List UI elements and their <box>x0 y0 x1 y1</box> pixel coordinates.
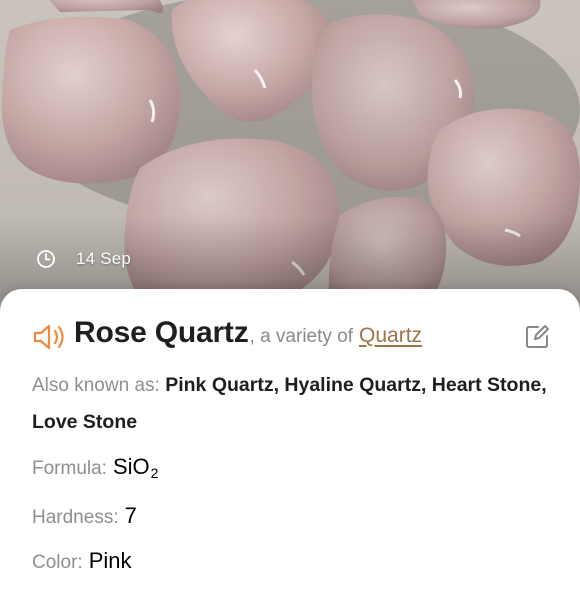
formula-value: SiO2 <box>112 454 159 481</box>
formula-row: Formula: SiO2 <box>32 454 158 481</box>
formula-label: Formula: <box>32 458 107 479</box>
photo-date: 14 Sep <box>36 246 131 272</box>
speaker-icon[interactable] <box>32 322 68 352</box>
date-text: 14 Sep <box>76 249 132 268</box>
hardness-row: Hardness: 7 <box>32 503 137 529</box>
aka-label: Also known as: <box>32 375 160 396</box>
variety-text: , a variety of <box>249 326 354 347</box>
parent-mineral-link[interactable]: Quartz <box>359 324 422 348</box>
color-value: Pink <box>88 548 132 573</box>
properties-list: Also known as: Pink Quartz, Hyaline Quar… <box>32 367 552 573</box>
edit-icon[interactable] <box>524 324 550 350</box>
hardness-value: 7 <box>124 503 137 528</box>
specimen-photo: 14 Sep <box>0 0 580 310</box>
hardness-label: Hardness: <box>32 507 119 528</box>
formula-subscript: 2 <box>150 465 159 481</box>
details-sheet: Rose Quartz , a variety of Quartz Also k… <box>0 289 580 589</box>
color-label: Color: <box>32 552 83 573</box>
aka-row: Also known as: Pink Quartz, Hyaline Quar… <box>32 367 552 441</box>
title-row: Rose Quartz , a variety of Quartz <box>32 316 556 356</box>
clock-icon <box>37 250 55 268</box>
mineral-name: Rose Quartz <box>74 316 249 349</box>
color-row: Color: Pink <box>32 548 131 574</box>
formula-base: SiO <box>112 454 150 479</box>
